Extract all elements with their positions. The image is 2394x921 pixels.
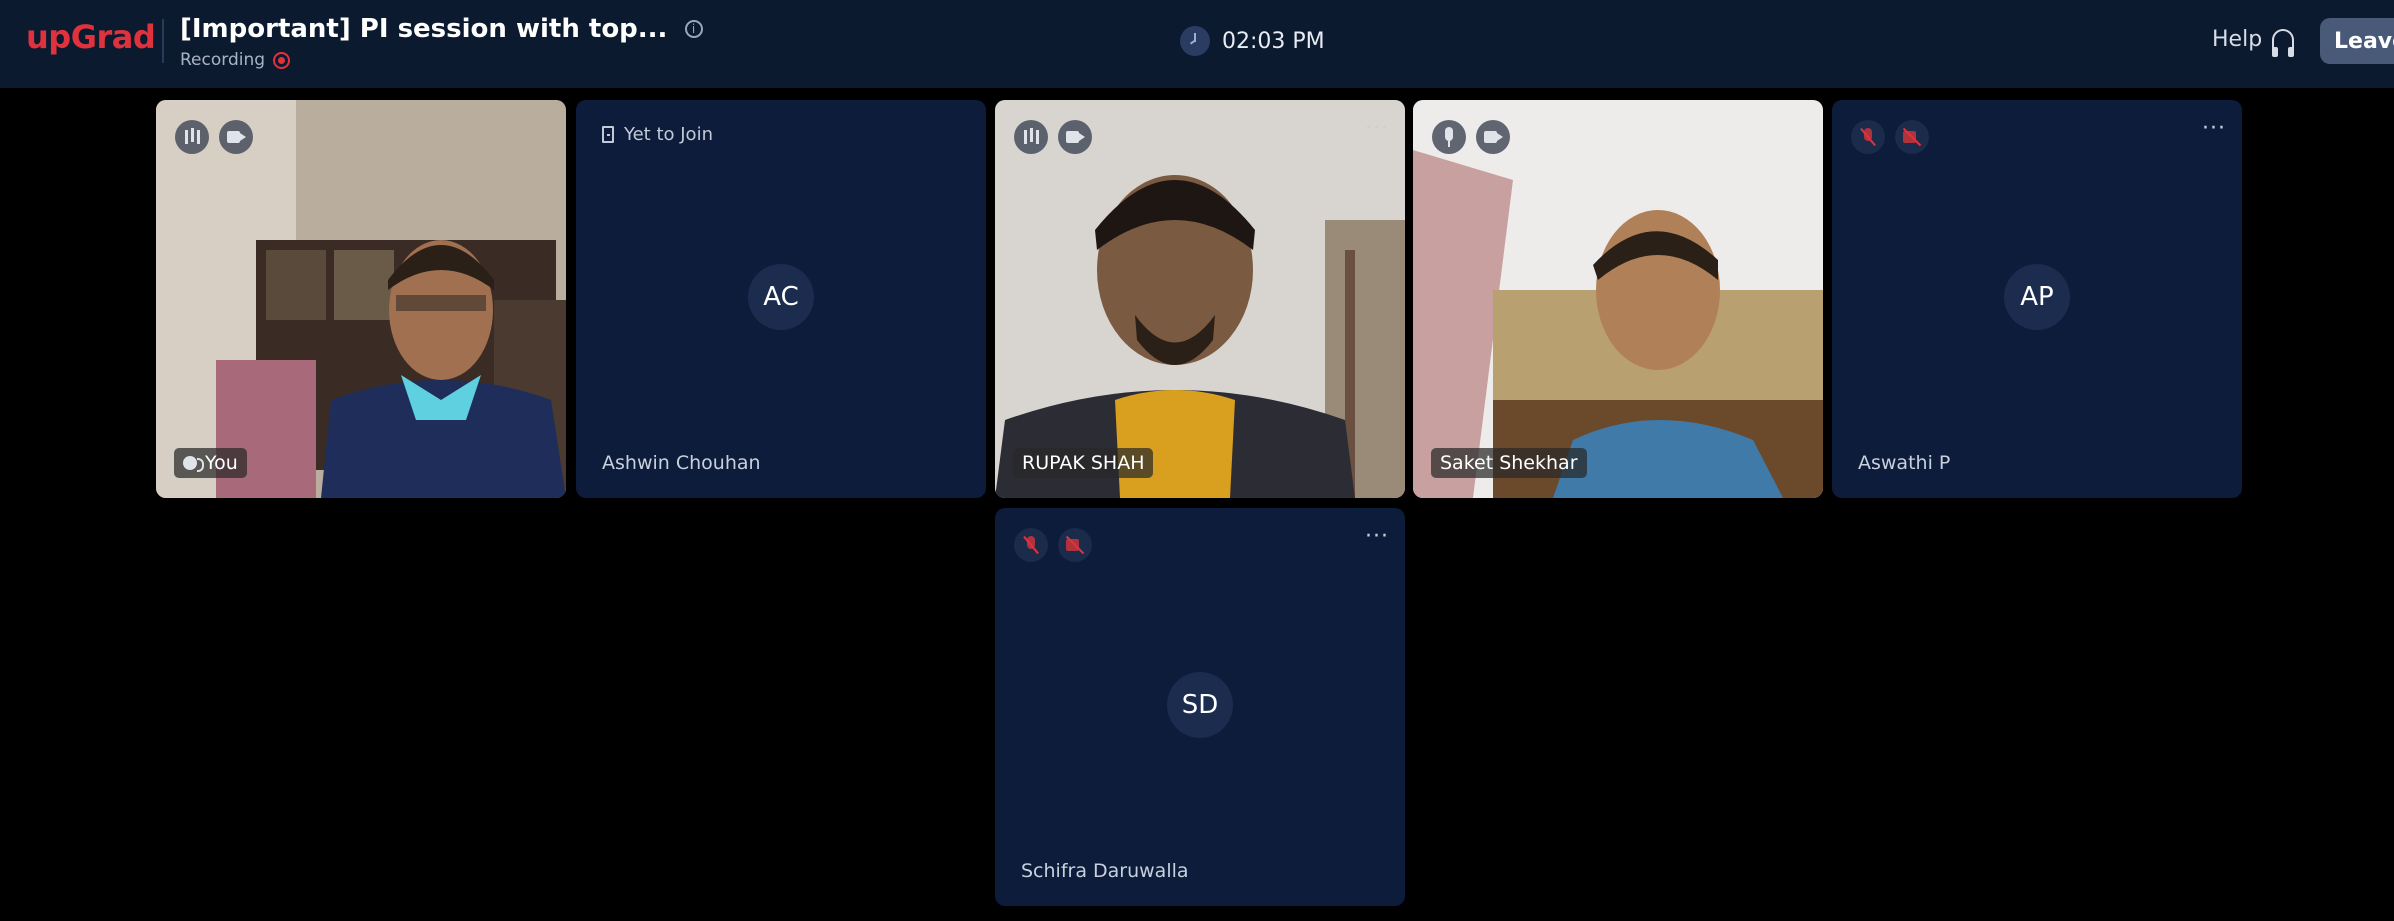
avatar: SD	[1167, 672, 1233, 738]
info-icon[interactable]: i	[684, 20, 703, 38]
session-clock: 02:03 PM	[1180, 26, 1325, 56]
session-title: [Important] PI session with top...	[180, 14, 668, 44]
camera-icon[interactable]	[219, 120, 253, 154]
participant-name-tag: RUPAK SHAH	[1013, 448, 1154, 478]
participant-name: Saket Shekhar	[1440, 452, 1578, 474]
speaker-icon	[183, 456, 204, 472]
clock-icon	[1180, 26, 1210, 56]
participant-tile-ashwin-chouhan[interactable]: Yet to Join AC Ashwin Chouhan	[576, 100, 986, 498]
participant-name: Schifra Daruwalla	[1021, 860, 1189, 882]
help-label: Help	[2212, 27, 2263, 52]
microphone-off-icon	[1851, 120, 1885, 154]
headset-icon	[2272, 28, 2295, 57]
participant-tile-saket-shekhar[interactable]: Saket Shekhar	[1413, 100, 1823, 498]
tile-status-icons	[1014, 528, 1092, 562]
camera-icon[interactable]	[1058, 120, 1092, 154]
leave-button[interactable]: Leave	[2320, 18, 2394, 64]
camera-icon[interactable]	[1476, 120, 1510, 154]
more-options-icon[interactable]: ···	[2202, 116, 2226, 141]
participant-video-you	[156, 100, 566, 498]
participant-video-saket-shekhar	[1413, 100, 1823, 498]
help-button[interactable]: Help	[2212, 27, 2295, 57]
avatar: AC	[748, 264, 814, 330]
participant-tile-you[interactable]: You	[156, 100, 566, 498]
header-divider	[162, 19, 164, 63]
door-icon	[602, 126, 614, 143]
participant-name: Ashwin Chouhan	[602, 452, 761, 474]
recording-indicator: Recording	[180, 50, 703, 70]
participant-video-rupak-shah	[995, 100, 1405, 498]
tile-status-icons	[1851, 120, 1929, 154]
microphone-icon[interactable]	[1432, 120, 1466, 154]
camera-off-icon	[1895, 120, 1929, 154]
top-bar: upGrad [Important] PI session with top..…	[0, 0, 2394, 88]
yet-to-join-label: Yet to Join	[624, 124, 713, 145]
tile-status-icons	[1432, 120, 1510, 154]
tile-status-icons	[1014, 120, 1092, 154]
recording-dot-icon	[273, 51, 291, 69]
microphone-off-icon	[1014, 528, 1048, 562]
session-info: [Important] PI session with top... i Rec…	[180, 14, 703, 70]
camera-off-icon	[1058, 528, 1092, 562]
audio-level-icon	[175, 120, 209, 154]
clock-time: 02:03 PM	[1222, 28, 1325, 54]
yet-to-join-badge: Yet to Join	[602, 124, 713, 145]
participant-tile-aswathi-p[interactable]: ··· AP Aswathi P	[1832, 100, 2242, 498]
participant-name: RUPAK SHAH	[1022, 452, 1145, 474]
more-options-icon[interactable]: ···	[1365, 116, 1389, 141]
upgrad-logo[interactable]: upGrad	[26, 18, 156, 56]
participant-name: Aswathi P	[1858, 452, 1951, 474]
more-options-icon[interactable]: ···	[1365, 524, 1389, 549]
participant-name: You	[205, 452, 238, 474]
tile-status-icons	[175, 120, 253, 154]
recording-label: Recording	[180, 50, 266, 70]
audio-level-icon	[1014, 120, 1048, 154]
participant-tile-schifra-daruwalla[interactable]: ··· SD Schifra Daruwalla	[995, 508, 1405, 906]
avatar: AP	[2004, 264, 2070, 330]
participant-name-tag: You	[174, 448, 247, 478]
participant-tile-rupak-shah[interactable]: ··· RUPAK SHAH	[995, 100, 1405, 498]
participant-name-tag: Saket Shekhar	[1431, 448, 1587, 478]
